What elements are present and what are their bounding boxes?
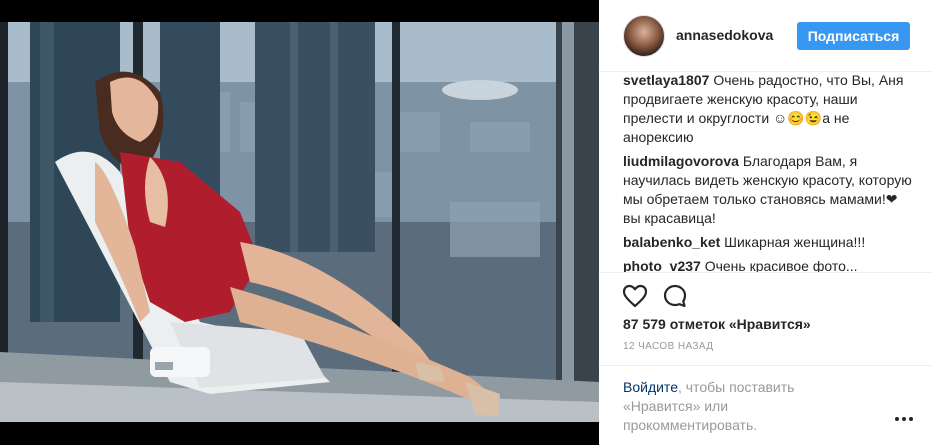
comment-item: liudmilagovorova Благодаря Вам, я научил… [623,152,915,228]
comment-item: photo_v237 Очень красивое фото... [623,257,915,272]
login-link[interactable]: Войдите [623,379,678,395]
speech-bubble-icon[interactable] [661,282,689,310]
username-link[interactable]: annasedokova [676,27,773,43]
post-side-panel: annasedokova Подписаться svetlaya1807 Оч… [599,0,932,445]
post-photo[interactable] [0,22,599,422]
comment-username[interactable]: photo_v237 [623,258,701,272]
post-modal: annasedokova Подписаться svetlaya1807 Оч… [0,0,932,445]
photo-illustration [0,22,599,422]
login-prompt: Войдите, чтобы поставить «Нравится» или … [599,365,932,445]
follow-button[interactable]: Подписаться [797,22,910,50]
heart-outline-icon[interactable] [621,282,649,310]
comment-username[interactable]: balabenko_ket [623,234,720,250]
comment-item: svetlaya1807 Очень радостно, что Вы, Аня… [623,72,915,147]
comments-list[interactable]: svetlaya1807 Очень радостно, что Вы, Аня… [623,72,915,272]
comment-item: balabenko_ket Шикарная женщина!!! [623,233,915,252]
comment-username[interactable]: liudmilagovorova [623,153,739,169]
actions-divider [599,272,932,273]
comment-text: Шикарная женщина!!! [724,234,866,250]
avatar[interactable] [623,15,665,57]
post-timestamp[interactable]: 12 ЧАСОВ НАЗАД [623,341,713,352]
login-prompt-text: Войдите, чтобы поставить «Нравится» или … [623,378,853,435]
likes-count[interactable]: 87 579 отметок «Нравится» [623,316,811,332]
ellipsis-icon[interactable] [894,414,914,428]
post-header: annasedokova Подписаться [599,0,932,72]
comment-username[interactable]: svetlaya1807 [623,72,709,88]
comment-text: Очень красивое фото... [704,258,858,272]
